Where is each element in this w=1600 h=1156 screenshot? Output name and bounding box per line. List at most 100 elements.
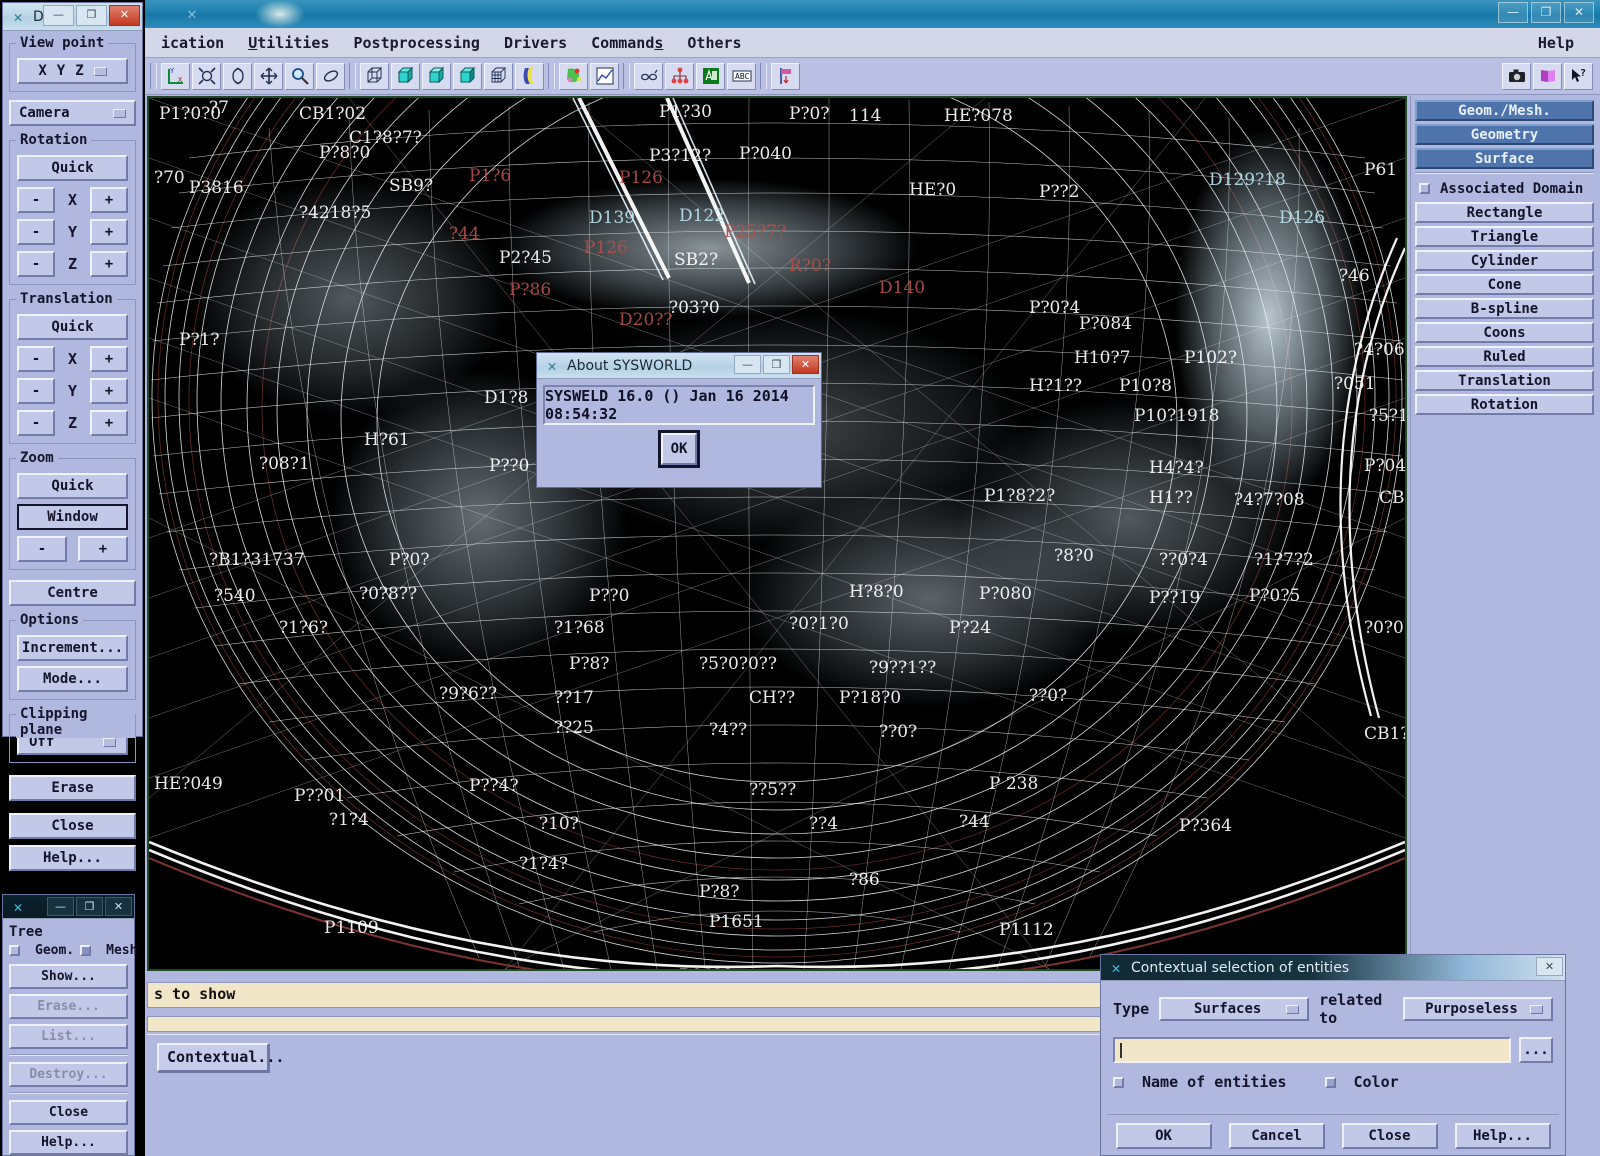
type-dropdown[interactable]: Surfaces xyxy=(1159,997,1310,1021)
rotation-z-plus-button[interactable]: + xyxy=(90,251,128,277)
tree-check-mesh[interactable]: Mesh xyxy=(80,943,137,958)
mode-button[interactable]: Mode... xyxy=(17,666,128,692)
translation-z-plus-button[interactable]: + xyxy=(90,410,128,436)
rotation-y-minus-button[interactable]: - xyxy=(17,219,55,245)
3d-viewport[interactable]: P1?0?0 CB1?02 P1?30 P?0? 114 HE?078 C1?8?7? P?8… xyxy=(147,96,1407,971)
rotation-x-minus-button[interactable]: - xyxy=(17,187,55,213)
surface-type-triangle[interactable]: Triangle xyxy=(1415,226,1594,247)
mesh-cube-icon[interactable] xyxy=(484,62,513,90)
browse-entities-button[interactable]: ... xyxy=(1519,1037,1553,1063)
menu-commands[interactable]: Commands xyxy=(579,32,675,54)
translation-x-plus-button[interactable]: + xyxy=(90,346,128,372)
book-icon[interactable] xyxy=(1533,62,1562,90)
cancel-button[interactable]: Cancel xyxy=(1228,1123,1325,1149)
zoom-icon[interactable] xyxy=(285,62,314,90)
associated-domain-checkbox[interactable]: Associated Domain xyxy=(1415,178,1594,199)
shaded-cube-icon[interactable] xyxy=(391,62,420,90)
flag-icon[interactable] xyxy=(771,62,800,90)
translation-quick-button[interactable]: Quick xyxy=(17,314,128,340)
ok-button[interactable]: OK xyxy=(658,430,700,468)
tree-check-geom[interactable]: Geom. xyxy=(9,943,74,958)
close-button[interactable]: Close xyxy=(9,813,136,839)
restore-button[interactable]: ❐ xyxy=(76,897,103,916)
restore-button[interactable]: ❐ xyxy=(763,355,790,374)
restore-button[interactable]: ❐ xyxy=(76,5,107,26)
wireframe-cube-icon[interactable] xyxy=(360,62,389,90)
rotation-z-minus-button[interactable]: - xyxy=(17,251,55,277)
contextual-button[interactable]: Contextual... xyxy=(157,1043,284,1072)
translation-x-minus-button[interactable]: - xyxy=(17,346,55,372)
eraser-icon[interactable] xyxy=(316,62,345,90)
rotation-y-plus-button[interactable]: + xyxy=(90,219,128,245)
tree-close-button[interactable]: Close xyxy=(9,1100,128,1125)
menu-others[interactable]: Others xyxy=(675,32,753,54)
material-icon[interactable] xyxy=(515,62,544,90)
help-button[interactable]: Help... xyxy=(9,845,136,871)
panel-tab-geometry[interactable]: Geometry xyxy=(1415,124,1594,145)
related-to-dropdown[interactable]: Purposeless xyxy=(1403,997,1553,1021)
increment-button[interactable]: Increment... xyxy=(17,635,128,661)
pan-icon[interactable] xyxy=(254,62,283,90)
translation-y-minus-button[interactable]: - xyxy=(17,378,55,404)
panel-tab-geom-mesh[interactable]: Geom./Mesh. xyxy=(1415,100,1594,121)
name-of-entities-checkbox[interactable]: Name of entities xyxy=(1113,1073,1287,1091)
surface-type-coons[interactable]: Coons xyxy=(1415,322,1594,343)
surface-type-translation[interactable]: Translation xyxy=(1415,370,1594,391)
zoom-minus-button[interactable]: - xyxy=(17,536,67,562)
graph-plot-icon[interactable] xyxy=(590,62,619,90)
minimize-button[interactable]: — xyxy=(1498,2,1528,23)
menu-postprocessing[interactable]: Postprocessing xyxy=(342,32,492,54)
surface-type-cone[interactable]: Cone xyxy=(1415,274,1594,295)
rotation-x-plus-button[interactable]: + xyxy=(90,187,128,213)
close-button[interactable]: ✕ xyxy=(1564,2,1594,23)
centre-button[interactable]: Centre xyxy=(9,580,136,606)
menu-utilities[interactable]: Utilities xyxy=(236,32,341,54)
node-select-icon[interactable] xyxy=(696,62,725,90)
menu-drivers[interactable]: Drivers xyxy=(492,32,579,54)
minimize-button[interactable]: — xyxy=(47,897,74,916)
color-checkbox[interactable]: Color xyxy=(1324,1073,1399,1091)
surface-type-b-spline[interactable]: B-spline xyxy=(1415,298,1594,319)
help-pointer-icon[interactable]: ? xyxy=(1564,62,1593,90)
surface-type-rotation[interactable]: Rotation xyxy=(1415,394,1594,415)
erase-button[interactable]: Erase xyxy=(9,775,136,801)
tree-help-button[interactable]: Help... xyxy=(9,1130,128,1155)
glasses-icon[interactable] xyxy=(634,62,663,90)
contour-plot-icon[interactable] xyxy=(559,62,588,90)
surface-type-rectangle[interactable]: Rectangle xyxy=(1415,202,1594,223)
abc-label-icon[interactable]: ABC xyxy=(727,62,756,90)
close-button[interactable]: ✕ xyxy=(109,5,140,26)
zoom-window-button[interactable]: Window xyxy=(17,504,128,530)
close-button[interactable]: ✕ xyxy=(1536,957,1563,976)
axes-icon[interactable]: YX xyxy=(161,62,190,90)
surface-type-cylinder[interactable]: Cylinder xyxy=(1415,250,1594,271)
minimize-button[interactable]: — xyxy=(43,5,74,26)
close-button[interactable]: ✕ xyxy=(105,897,132,916)
menu-application[interactable]: ication xyxy=(149,32,236,54)
rotation-quick-button[interactable]: Quick xyxy=(17,155,128,181)
camera-icon[interactable] xyxy=(1502,62,1531,90)
hidden-line-cube-icon[interactable] xyxy=(422,62,451,90)
ok-button[interactable]: OK xyxy=(1115,1123,1212,1149)
restore-button[interactable]: ❐ xyxy=(1531,2,1561,23)
close-button[interactable]: Close xyxy=(1341,1123,1438,1149)
axes-select-button[interactable]: X Y Z xyxy=(17,58,128,84)
close-button[interactable]: ✕ xyxy=(792,355,819,374)
tree-show-button[interactable]: Show... xyxy=(9,964,128,989)
rotation-y-row: - Y + xyxy=(17,219,128,245)
help-button[interactable]: Help... xyxy=(1454,1123,1551,1149)
translation-y-plus-button[interactable]: + xyxy=(90,378,128,404)
zoom-plus-button[interactable]: + xyxy=(78,536,128,562)
menu-help[interactable]: Help xyxy=(1526,32,1586,54)
rotate-icon[interactable] xyxy=(223,62,252,90)
panel-tab-surface[interactable]: Surface xyxy=(1415,148,1594,169)
zoom-quick-button[interactable]: Quick xyxy=(17,473,128,499)
minimize-button[interactable]: — xyxy=(734,355,761,374)
surface-type-ruled[interactable]: Ruled xyxy=(1415,346,1594,367)
flat-shade-cube-icon[interactable] xyxy=(453,62,482,90)
camera-menu-button[interactable]: Camera xyxy=(9,100,136,126)
translation-z-minus-button[interactable]: - xyxy=(17,410,55,436)
tree-nodes-icon[interactable] xyxy=(665,62,694,90)
entity-name-input[interactable] xyxy=(1113,1037,1511,1063)
fit-to-window-icon[interactable] xyxy=(192,62,221,90)
